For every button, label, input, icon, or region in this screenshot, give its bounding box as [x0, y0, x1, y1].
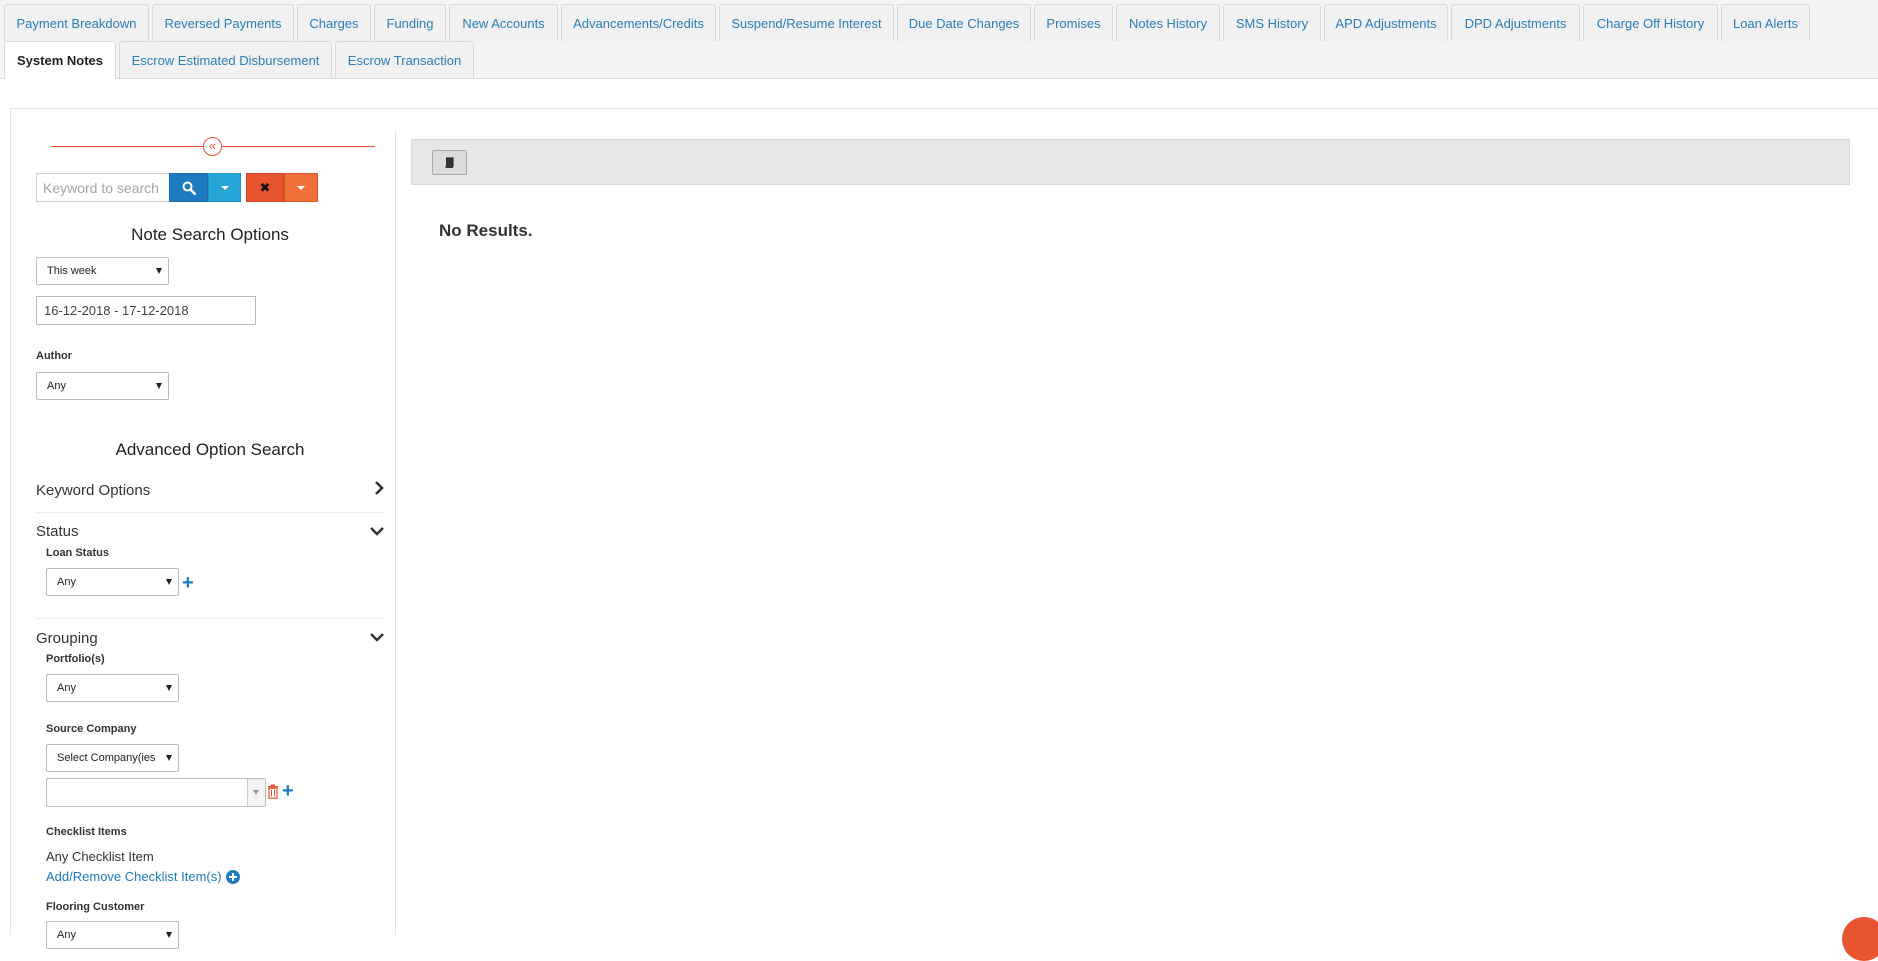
tab-new-accounts[interactable]: New Accounts: [449, 4, 558, 41]
search-options-dropdown-button[interactable]: [208, 173, 241, 202]
notes-book-button[interactable]: [432, 150, 467, 175]
tab-dpd-adjustments[interactable]: DPD Adjustments: [1451, 4, 1580, 41]
date-range-input[interactable]: 16-12-2018 - 17-12-2018: [36, 296, 256, 325]
checklist-items-value: Any Checklist Item: [46, 849, 154, 864]
portfolios-label: Portfolio(s): [46, 653, 105, 665]
author-select[interactable]: Any: [36, 372, 169, 400]
results-toolbar: [411, 139, 1850, 185]
grouping-header[interactable]: Grouping: [36, 630, 98, 647]
caret-down-icon: [220, 185, 229, 190]
tab-charge-off-history[interactable]: Charge Off History: [1583, 4, 1718, 41]
flooring-customer-select[interactable]: Any: [46, 921, 179, 949]
search-icon: [182, 181, 196, 195]
note-search-options-title: Note Search Options: [131, 225, 289, 244]
loan-status-select-value: Any: [57, 576, 76, 588]
tab-system-notes[interactable]: System Notes: [4, 41, 116, 79]
tab-promises[interactable]: Promises: [1034, 4, 1113, 41]
close-icon: ✖: [259, 179, 271, 195]
date-range-select-value: This week: [47, 265, 97, 277]
source-company-combobox[interactable]: [46, 778, 266, 807]
search-button[interactable]: [169, 173, 208, 202]
keyword-options-header[interactable]: Keyword Options: [36, 482, 150, 499]
select-arrow-icon: [166, 579, 172, 585]
chevron-down-icon[interactable]: [369, 523, 385, 539]
divider: [36, 512, 384, 513]
loan-status-label: Loan Status: [46, 547, 109, 559]
portfolios-select-value: Any: [57, 682, 76, 694]
status-header[interactable]: Status: [36, 523, 79, 540]
tab-advancements-credits[interactable]: Advancements/Credits: [561, 4, 716, 41]
clear-search-button[interactable]: ✖: [246, 173, 284, 202]
date-range-select[interactable]: This week: [36, 257, 169, 285]
tab-bar: Payment Breakdown Reversed Payments Char…: [0, 0, 1878, 79]
tab-payment-breakdown[interactable]: Payment Breakdown: [4, 4, 149, 41]
advanced-option-search-title: Advanced Option Search: [115, 440, 305, 459]
combobox-toggle[interactable]: [247, 779, 265, 806]
tab-reversed-payments[interactable]: Reversed Payments: [152, 4, 294, 41]
source-company-label: Source Company: [46, 723, 137, 735]
source-company-select-value: Select Company(ies: [57, 752, 156, 764]
book-icon: [445, 157, 454, 168]
caret-down-icon: [253, 790, 259, 795]
tab-due-date-changes[interactable]: Due Date Changes: [897, 4, 1031, 41]
plus-circle-icon[interactable]: [226, 870, 240, 884]
tab-notes-history[interactable]: Notes History: [1116, 4, 1220, 41]
add-loan-status-icon[interactable]: +: [182, 573, 194, 593]
divider: [36, 618, 384, 619]
add-remove-checklist-link[interactable]: Add/Remove Checklist Item(s): [46, 869, 222, 884]
select-arrow-icon: [166, 685, 172, 691]
author-label: Author: [36, 350, 73, 362]
tab-apd-adjustments[interactable]: APD Adjustments: [1324, 4, 1448, 41]
tab-escrow-estimated-disbursement[interactable]: Escrow Estimated Disbursement: [119, 41, 332, 78]
author-select-value: Any: [47, 380, 66, 392]
caret-down-icon: [297, 185, 305, 190]
flooring-customer-select-value: Any: [57, 929, 76, 941]
trash-icon[interactable]: [267, 784, 279, 799]
tab-funding[interactable]: Funding: [374, 4, 446, 41]
select-arrow-icon: [156, 383, 162, 389]
keyword-search-input[interactable]: [36, 173, 169, 202]
add-source-company-icon[interactable]: +: [282, 781, 294, 801]
chevron-down-icon[interactable]: [369, 629, 385, 645]
double-chevron-left-icon[interactable]: «: [203, 137, 222, 156]
sidebar-divider: [395, 130, 396, 935]
tab-loan-alerts[interactable]: Loan Alerts: [1721, 4, 1810, 41]
portfolios-select[interactable]: Any: [46, 674, 179, 702]
date-range-input-value: 16-12-2018 - 17-12-2018: [44, 303, 189, 318]
loan-status-select[interactable]: Any: [46, 568, 179, 596]
tab-charges[interactable]: Charges: [297, 4, 371, 41]
no-results-message: No Results.: [439, 221, 533, 240]
tab-sms-history[interactable]: SMS History: [1223, 4, 1321, 41]
select-arrow-icon: [166, 755, 172, 761]
select-arrow-icon: [166, 932, 172, 938]
flooring-customer-label: Flooring Customer: [46, 901, 145, 913]
help-chat-icon[interactable]: [1842, 917, 1878, 961]
source-company-select[interactable]: Select Company(ies: [46, 744, 179, 772]
clear-options-dropdown-button[interactable]: [284, 173, 318, 202]
select-arrow-icon: [156, 268, 162, 274]
chevron-right-icon[interactable]: [371, 480, 387, 496]
tab-suspend-resume-interest[interactable]: Suspend/Resume Interest: [719, 4, 894, 41]
tab-escrow-transaction[interactable]: Escrow Transaction: [335, 41, 474, 78]
checklist-items-label: Checklist Items: [46, 826, 127, 838]
